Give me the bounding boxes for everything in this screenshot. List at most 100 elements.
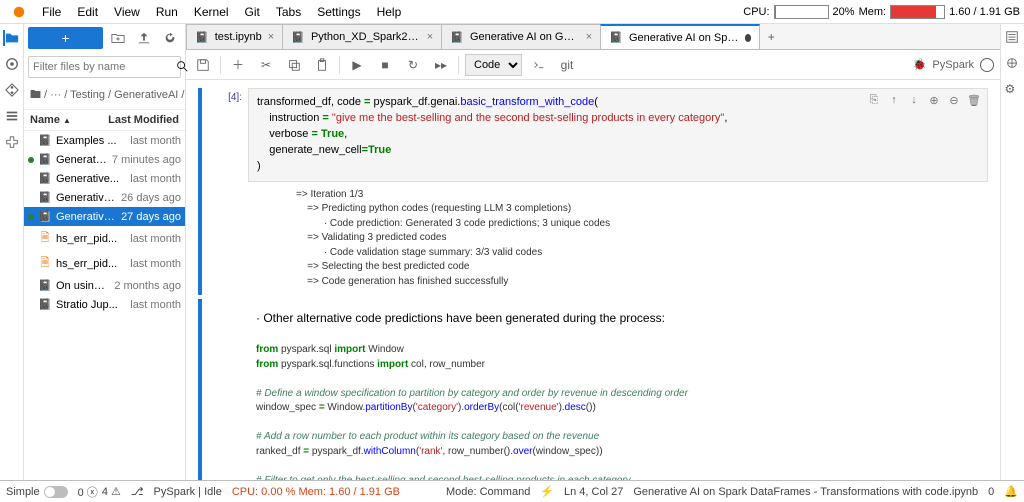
tab[interactable]: 📓test.ipynb× bbox=[186, 24, 283, 49]
cell-delete-icon[interactable]: 🗑 bbox=[965, 91, 983, 109]
status-warnings[interactable]: 4 ⚠ bbox=[102, 485, 121, 498]
file-row[interactable]: 📓Generative...26 days ago bbox=[24, 188, 185, 207]
copy-icon[interactable] bbox=[283, 54, 305, 76]
close-icon[interactable]: × bbox=[586, 31, 592, 43]
new-launcher-button[interactable]: + bbox=[28, 27, 103, 49]
app-menu-icon[interactable] bbox=[4, 0, 34, 23]
status-dot bbox=[28, 138, 34, 144]
status-path: Generative AI on Spark DataFrames - Tran… bbox=[633, 486, 978, 498]
status-kernel[interactable]: PySpark | Idle bbox=[154, 486, 222, 498]
cell-insertabove-icon[interactable]: ⊕ bbox=[925, 91, 943, 109]
menu-file[interactable]: File bbox=[34, 0, 69, 23]
filter-input[interactable] bbox=[33, 61, 175, 73]
menu-edit[interactable]: Edit bbox=[69, 0, 106, 23]
new-folder-icon[interactable] bbox=[107, 27, 129, 49]
status-lncol: Ln 4, Col 27 bbox=[564, 486, 623, 498]
file-row[interactable]: 🗎hs_err_pid...last month bbox=[24, 226, 185, 251]
col-modified[interactable]: Last Modified bbox=[108, 114, 179, 126]
upload-icon[interactable] bbox=[133, 27, 155, 49]
file-row[interactable]: 📓Generative...7 minutes ago bbox=[24, 150, 185, 169]
tab-label: Generative AI on Governan bbox=[470, 31, 580, 43]
menu-run[interactable]: Run bbox=[148, 0, 186, 23]
command-icon[interactable] bbox=[528, 54, 550, 76]
kernel-status-icon bbox=[980, 58, 994, 72]
menu-settings[interactable]: Settings bbox=[309, 0, 368, 23]
stop-icon[interactable]: ■ bbox=[374, 54, 396, 76]
file-name: Stratio Jup... bbox=[56, 299, 126, 311]
celltype-select[interactable]: Code bbox=[465, 54, 522, 76]
status-dot bbox=[28, 157, 34, 163]
running-icon[interactable] bbox=[4, 56, 20, 72]
status-simple[interactable]: Simple bbox=[6, 486, 40, 498]
add-cell-icon[interactable]: ＋ bbox=[227, 54, 249, 76]
menu-help[interactable]: Help bbox=[369, 0, 410, 23]
file-modified: last month bbox=[130, 173, 181, 185]
extension-icon[interactable] bbox=[4, 134, 20, 150]
file-icon: 📓 bbox=[38, 134, 52, 147]
file-icon: 📓 bbox=[38, 210, 52, 223]
status-errors[interactable]: 0 ⓧ bbox=[78, 484, 98, 500]
file-icon: 📓 bbox=[38, 153, 52, 166]
menu-kernel[interactable]: Kernel bbox=[186, 0, 237, 23]
file-icon: 📓 bbox=[38, 279, 52, 292]
file-icon: 🗎 bbox=[38, 254, 52, 273]
paste-icon[interactable] bbox=[311, 54, 333, 76]
file-name: hs_err_pid... bbox=[56, 233, 126, 245]
runall-icon[interactable]: ▸▸ bbox=[430, 54, 452, 76]
tab[interactable]: 📓Generative AI on Governan× bbox=[441, 24, 601, 49]
file-row[interactable]: 📓On using S...2 months ago bbox=[24, 276, 185, 295]
file-row[interactable]: 📓Generative...27 days ago bbox=[24, 207, 185, 226]
inspector-icon[interactable] bbox=[1005, 30, 1021, 46]
cut-icon[interactable]: ✂ bbox=[255, 54, 277, 76]
alt-code-1: from pyspark.sql import Window from pysp… bbox=[208, 337, 988, 480]
status-dot bbox=[28, 236, 34, 242]
mem-text: 1.60 / 1.91 GB bbox=[949, 6, 1020, 18]
cell-prompt: [4]: bbox=[208, 88, 248, 295]
kernel-name[interactable]: PySpark bbox=[932, 59, 974, 71]
settings-panel-icon[interactable]: ⚙ bbox=[1005, 82, 1021, 98]
simple-toggle[interactable] bbox=[44, 486, 68, 498]
cell-movedown-icon[interactable]: ↓ bbox=[905, 91, 923, 109]
run-icon[interactable]: ▶ bbox=[346, 54, 368, 76]
tab-label: Generative AI on Spark Dat bbox=[629, 32, 739, 44]
status-dot bbox=[28, 176, 34, 182]
cell-moveup-icon[interactable]: ↑ bbox=[885, 91, 903, 109]
add-tab-button[interactable]: + bbox=[759, 25, 783, 49]
file-modified: last month bbox=[130, 233, 181, 245]
git-icon[interactable] bbox=[4, 82, 20, 98]
status-spark-icon[interactable]: ⚡ bbox=[540, 485, 554, 498]
tab-label: Python_XD_Spark2.ipynb bbox=[311, 31, 421, 43]
git-toolbar-icon[interactable]: git bbox=[556, 54, 578, 76]
menu-view[interactable]: View bbox=[106, 0, 148, 23]
save-icon[interactable] bbox=[192, 54, 214, 76]
code-input[interactable]: ⎘ ↑ ↓ ⊕ ⊖ 🗑 transformed_df, code = pyspa… bbox=[248, 88, 988, 182]
breadcrumb[interactable]: 🖿 / ··· / Testing / GenerativeAI / bbox=[24, 82, 185, 110]
status-dot bbox=[28, 214, 34, 220]
file-row[interactable]: 📓Stratio Jup...last month bbox=[24, 295, 185, 314]
folder-icon[interactable] bbox=[3, 30, 19, 46]
file-row[interactable]: 📓Generative...last month bbox=[24, 169, 185, 188]
refresh-icon[interactable] bbox=[159, 27, 181, 49]
debugger-panel-icon[interactable] bbox=[1005, 56, 1021, 72]
file-name: Examples ... bbox=[56, 135, 126, 147]
close-icon[interactable]: × bbox=[427, 31, 433, 43]
toc-icon[interactable] bbox=[4, 108, 20, 124]
file-name: Generative... bbox=[56, 173, 126, 185]
restart-icon[interactable]: ↻ bbox=[402, 54, 424, 76]
menu-git[interactable]: Git bbox=[237, 0, 268, 23]
status-mode: Mode: Command bbox=[446, 486, 530, 498]
col-name[interactable]: Name ▲ bbox=[30, 114, 108, 126]
debugger-icon[interactable]: 🐞 bbox=[913, 58, 927, 71]
cell-insertbelow-icon[interactable]: ⊖ bbox=[945, 91, 963, 109]
file-row[interactable]: 📓Examples ...last month bbox=[24, 131, 185, 150]
tab[interactable]: 📓Generative AI on Spark Dat bbox=[600, 24, 760, 49]
file-row[interactable]: 🗎hs_err_pid...last month bbox=[24, 251, 185, 276]
cell-duplicate-icon[interactable]: ⎘ bbox=[865, 91, 883, 109]
notifications-icon[interactable]: 🔔 bbox=[1004, 485, 1018, 498]
tab[interactable]: 📓Python_XD_Spark2.ipynb× bbox=[282, 24, 442, 49]
menu-tabs[interactable]: Tabs bbox=[268, 0, 309, 23]
status-dot bbox=[28, 283, 34, 289]
close-icon[interactable]: × bbox=[268, 31, 274, 43]
file-modified: 27 days ago bbox=[121, 211, 181, 223]
git-branch-icon[interactable]: ⎇ bbox=[131, 485, 144, 498]
